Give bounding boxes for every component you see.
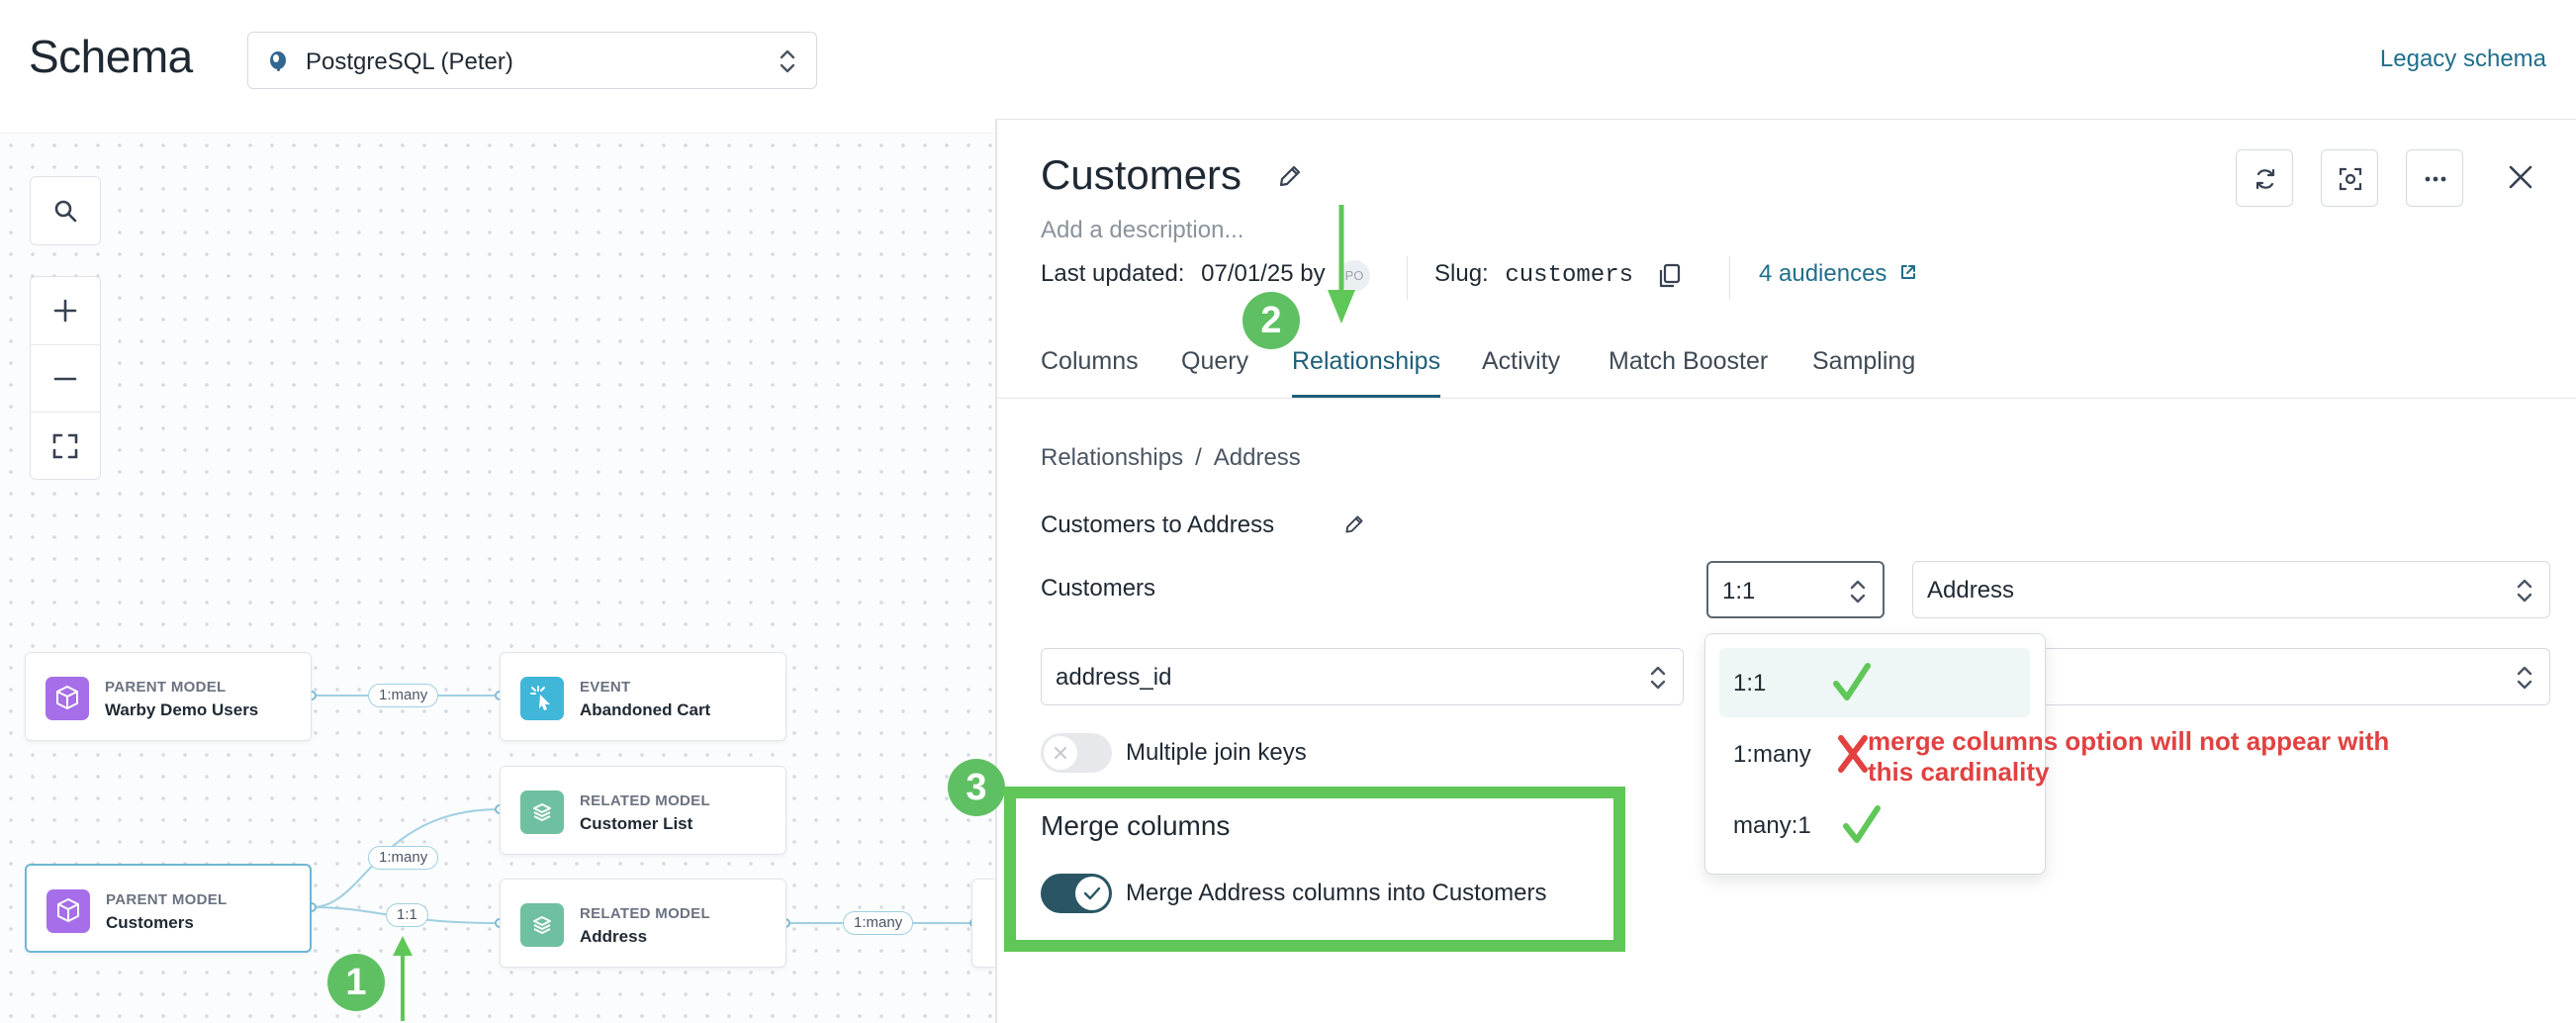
tab-columns[interactable]: Columns [1041,347,1139,376]
source-select[interactable]: PostgreSQL (Peter) [247,32,817,89]
from-column-value: address_id [1056,664,1172,691]
merge-columns-highlight [1004,787,1625,952]
to-model-select[interactable]: Address [1912,561,2550,618]
cube-icon [46,677,89,720]
audiences-link[interactable]: 4 audiences [1759,260,1917,288]
breadcrumb-separator: / [1195,444,1202,471]
top-header: Schema PostgreSQL (Peter) Legacy schema [0,0,2576,134]
slug-label: Slug: [1434,260,1489,287]
more-options-button[interactable] [2406,149,2463,207]
chevron-updown-icon [2517,579,2532,603]
node-name: Warby Demo Users [105,700,259,719]
refresh-button[interactable] [2236,149,2293,207]
last-updated-value: 07/01/25 by [1201,260,1326,287]
node-name: Address [580,927,648,946]
edit-title-icon[interactable] [1277,163,1303,189]
edge-label[interactable]: 1:many [368,846,439,870]
sync-icon [2255,168,2275,190]
node-type: EVENT [580,679,631,696]
close-icon[interactable] [2507,163,2534,191]
cursor-click-icon [520,677,564,720]
page-title: Schema [29,31,193,82]
cross-icon [1838,735,1868,773]
node-name: Abandoned Cart [580,700,711,719]
focus-icon [2339,167,2362,191]
slug-value: customers [1505,262,1633,289]
edge-label[interactable]: 1:many [843,911,914,935]
breadcrumb-relationships[interactable]: Relationships [1041,444,1183,471]
node-type: RELATED MODEL [580,792,710,809]
tab-match-booster[interactable]: Match Booster [1609,347,1768,376]
x-icon [1055,747,1066,759]
copy-icon[interactable] [1656,262,1684,290]
ellipsis-icon [2425,176,2446,182]
legacy-schema-link[interactable]: Legacy schema [2380,46,2546,73]
node-customer-list[interactable]: RELATED MODEL Customer List [500,766,786,855]
slug: Slug: customers [1434,260,1633,289]
arrow-up-annotation [393,936,413,1021]
step-badge-2: 2 [1242,292,1300,349]
schema-canvas[interactable]: PARENT MODEL Warby Demo Users EVENT Aban… [0,135,995,1023]
model-title: Customers [1041,151,1242,198]
arrow-down-annotation [1328,205,1355,324]
node-type: RELATED MODEL [580,905,710,922]
cardinality-select[interactable]: 1:1 [1706,561,1885,618]
option-label: 1:many [1733,741,1811,768]
last-updated-label: Last updated: [1041,260,1185,287]
cardinality-warning-annotation: merge columns option will not appear wit… [1868,726,2390,787]
chevron-updown-icon [2517,666,2532,690]
external-link-icon [1901,265,1916,279]
last-updated: Last updated: 07/01/25 by [1041,260,1326,288]
tab-activity[interactable]: Activity [1482,347,1560,376]
check-icon [1843,805,1881,843]
chevron-updown-icon [1650,666,1666,690]
edge-label-selected[interactable]: 1:1 [386,903,428,927]
relationship-name: Customers to Address [1041,512,1275,538]
node-customers[interactable]: PARENT MODEL Customers [25,864,312,953]
node-abandoned-cart[interactable]: EVENT Abandoned Cart [500,652,786,741]
active-tab-indicator [1292,395,1440,398]
cardinality-option-1-1[interactable]: 1:1 [1719,648,2030,717]
tab-query[interactable]: Query [1181,347,1248,376]
audiences-link-label: 4 audiences [1759,260,1887,287]
breadcrumb: Relationships / Address [1041,444,1301,472]
option-label: 1:1 [1733,670,1767,697]
source-select-value: PostgreSQL (Peter) [306,48,513,75]
description-input[interactable]: Add a description... [1041,217,1243,244]
tab-relationships[interactable]: Relationships [1292,347,1440,376]
node-offscreen[interactable] [971,879,995,968]
edge-label[interactable]: 1:many [368,684,439,707]
multiple-join-keys-toggle[interactable] [1041,733,1112,773]
node-name: Customers [106,913,194,932]
step-badge-3: 3 [948,759,1005,816]
edit-relationship-icon[interactable] [1343,513,1365,535]
breadcrumb-current: Address [1213,444,1301,471]
multiple-join-keys-label: Multiple join keys [1126,739,1307,766]
divider [1729,256,1730,300]
node-warby-demo-users[interactable]: PARENT MODEL Warby Demo Users [25,652,312,741]
focus-button[interactable] [2321,149,2378,207]
chevron-updown-icon [1850,580,1866,604]
related-model-icon [520,790,564,834]
cube-icon [46,889,90,933]
node-address[interactable]: RELATED MODEL Address [500,879,786,968]
check-icon [1833,663,1871,700]
option-label: many:1 [1733,812,1811,839]
to-model-value: Address [1927,577,2015,604]
tab-sampling[interactable]: Sampling [1812,347,1915,376]
toggle-knob [1044,736,1077,770]
node-name: Customer List [580,814,693,833]
node-type: PARENT MODEL [106,891,228,908]
related-model-icon [520,903,564,947]
step-badge-1: 1 [327,954,385,1011]
from-column-select[interactable]: address_id [1041,648,1684,705]
from-model-label: Customers [1041,575,1156,602]
postgresql-icon [270,51,286,71]
divider [1407,256,1408,300]
node-type: PARENT MODEL [105,679,227,696]
tab-bar: Columns Query Relationships Activity Mat… [997,318,2576,399]
cardinality-value: 1:1 [1722,578,1756,604]
cardinality-option-many-1[interactable]: many:1 [1719,790,2030,860]
chevron-updown-icon [780,49,795,73]
